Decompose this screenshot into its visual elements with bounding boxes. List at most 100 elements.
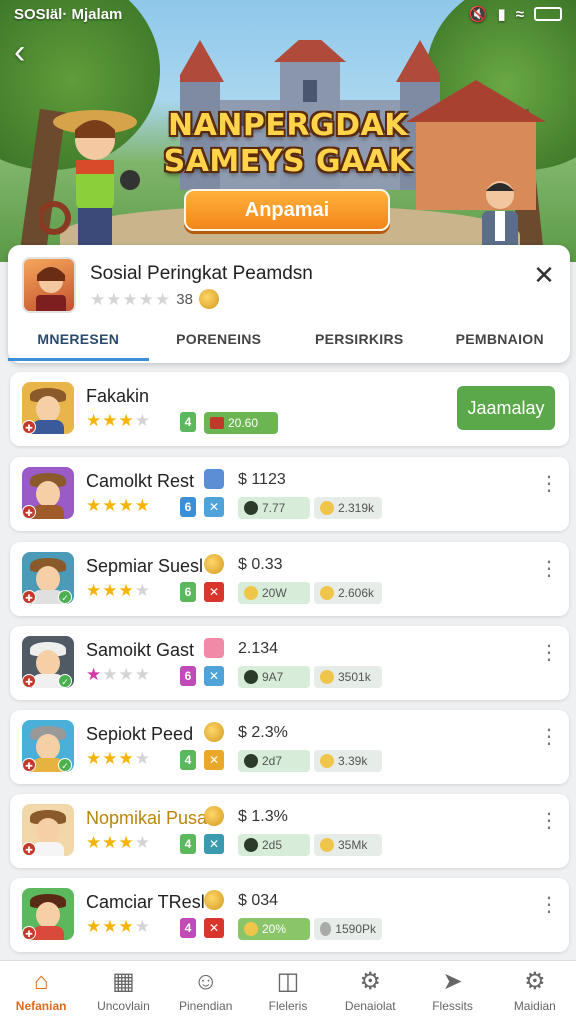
player-name: Camciar TResl (86, 892, 205, 912)
stat-tag: 9A7 (238, 666, 310, 688)
more-icon[interactable]: ⋮ (539, 811, 559, 831)
coin-icon (320, 586, 334, 600)
rank-badge-icon: ✚ (22, 674, 36, 688)
tab-mneresen[interactable]: MNERESEN (8, 327, 149, 361)
stat-tag: 20% (238, 918, 310, 940)
status-badge-icon: ✓ (58, 674, 72, 688)
signal-icon: ▮ (497, 6, 506, 23)
rank-badge-icon: ✚ (22, 420, 36, 434)
list-item[interactable]: ✚ ✓ Sepmiar Suesl $ 0.33 ★ ★ ★ ★ 6 ✕ 20W 2.… (10, 542, 569, 616)
bottom-nav: ⌂ Nefanian ▦ Uncovlain ☺ Pinendian ◫ Fle… (0, 960, 576, 1024)
avatar: ✚ (22, 382, 74, 434)
stat-tag: 20W (238, 582, 310, 604)
more-icon[interactable]: ⋮ (539, 643, 559, 663)
stat-tag: 7.77 (238, 497, 310, 519)
join-button[interactable]: Jaamalay (457, 386, 555, 430)
character-illustration (482, 181, 518, 255)
rank-badge-icon: ✚ (22, 926, 36, 940)
trash-icon: ◫ (276, 968, 300, 995)
rank-badge-icon: ✚ (22, 842, 36, 856)
avatar: ✚ (22, 467, 74, 519)
stat-icon (244, 501, 258, 515)
more-icon[interactable]: ⋮ (539, 895, 559, 915)
tab-poreneins[interactable]: PORENEINS (149, 327, 290, 361)
cross-icon: ✕ (204, 834, 224, 854)
price-label: $ 034 (238, 892, 279, 909)
price-label: $ 2.3% (238, 724, 288, 741)
list-item[interactable]: ✚ Camciar TResl $ 034 ★ ★ ★ ★ 4 ✕ 20% 1590P… (10, 878, 569, 952)
coin-icon (198, 289, 219, 309)
player-name: Sepiokt Peed (86, 724, 194, 744)
list-item[interactable]: ✚ Camolkt Rest $ 1123 ★ ★ ★ ★ 6 ✕ 7.77 2.31… (10, 457, 569, 531)
nav-item-person[interactable]: ☺ Pinendian (165, 961, 247, 1024)
coin-icon (320, 754, 334, 768)
price-label: $ 1.3% (238, 808, 288, 825)
chest-icon (210, 417, 224, 429)
app-rating: ★ ★ ★ ★ ★ 38 (90, 289, 219, 309)
list-item[interactable]: ✚ Nopmikai Pusal $ 1.3% ★ ★ ★ ★ 4 ✕ 2d5 35M… (10, 794, 569, 868)
coin-icon (320, 670, 334, 684)
tab-pembnaion[interactable]: PEMBNAION (430, 327, 571, 361)
rating-stars: ★ ★ ★ ★ (86, 411, 150, 430)
person-icon: ☺ (193, 968, 218, 995)
nav-item-settings[interactable]: ⚙ Maidian (494, 961, 576, 1024)
player-name: Samoikt Gast (86, 640, 195, 660)
stat-tag: 2.606k (314, 582, 382, 604)
status-bar: SOSIäl· Mjalam 🔇 ▮ ≈ (0, 0, 576, 28)
level-badge: 4 (180, 750, 196, 770)
stat-tag: 2d7 (238, 750, 310, 772)
stat-icon (244, 586, 258, 600)
stat-icon (244, 670, 258, 684)
list-item[interactable]: ✚ ✓ Samoikt Gast 2.134 ★ ★ ★ ★ 6 ✕ 9A7 3501… (10, 626, 569, 700)
settings-icon: ⚙ (524, 968, 546, 995)
hero-cta-button[interactable]: Anpamai (184, 189, 390, 231)
status-badge-icon: ✓ (58, 590, 72, 604)
list-item[interactable]: ✚ Fakakin ★ ★ ★ ★ 4 20.60 Jaamalay (10, 372, 569, 446)
close-icon[interactable]: ✕ (532, 262, 556, 288)
hero-banner: SOSIäl· Mjalam 🔇 ▮ ≈ ‹ NANPERGDAK SAMEYS… (0, 0, 576, 262)
nav-item-gear-badge[interactable]: ⚙ Denaiolat (329, 961, 411, 1024)
level-badge: 6 (180, 497, 196, 517)
battery-icon (534, 7, 562, 21)
list-item[interactable]: ✚ ✓ Sepiokt Peed $ 2.3% ★ ★ ★ ★ 4 ✕ 2d7 3.3… (10, 710, 569, 784)
rating-stars: ★ ★ ★ ★ (86, 833, 150, 852)
cross-icon: ✕ (204, 750, 224, 770)
more-icon[interactable]: ⋮ (539, 559, 559, 579)
nav-item-grid[interactable]: ▦ Uncovlain (82, 961, 164, 1024)
nav-item-plane[interactable]: ➤ Flessits (411, 961, 493, 1024)
stat-tag: 2d5 (238, 834, 310, 856)
rating-stars: ★ ★ ★ ★ ★ (90, 289, 171, 309)
coin-icon (320, 838, 334, 852)
player-name: Camolkt Rest (86, 471, 195, 491)
score-tag: 20.60 (204, 412, 278, 434)
home-icon: ⌂ (33, 968, 49, 995)
nav-item-trash[interactable]: ◫ Fleleris (247, 961, 329, 1024)
app-thumbnail (22, 257, 76, 313)
back-button[interactable]: ‹ (14, 34, 46, 70)
player-name: Fakakin (86, 386, 150, 406)
tab-persirkirs[interactable]: PERSIRKIRS (289, 327, 430, 361)
more-icon[interactable]: ⋮ (539, 727, 559, 747)
rating-stars: ★ ★ ★ ★ (86, 496, 150, 515)
avatar: ✚ ✓ (22, 720, 74, 772)
cross-icon: ✕ (204, 918, 224, 938)
more-icon[interactable]: ⋮ (539, 474, 559, 494)
status-badge-icon: ✓ (58, 758, 72, 772)
rating-stars: ★ ★ ★ ★ (86, 917, 150, 936)
rank-badge-icon: ✚ (22, 758, 36, 772)
app-title: Sosial Peringkat Peamdsn (90, 263, 313, 284)
tab-bar: MNERESEN PORENEINS PERSIRKIRS PEMBNAION (8, 327, 570, 361)
rank-badge-icon: ✚ (22, 590, 36, 604)
coin-icon (204, 806, 224, 826)
gear-badge-icon: ⚙ (359, 968, 382, 995)
coin-icon (320, 501, 334, 515)
coin-icon (204, 722, 224, 742)
stack-icon (204, 638, 224, 658)
nav-item-home[interactable]: ⌂ Nefanian (0, 961, 82, 1024)
plane-icon: ➤ (442, 968, 463, 995)
app-info-card: Sosial Peringkat Peamdsn ★ ★ ★ ★ ★ 38 ✕ MNER… (8, 245, 570, 363)
avatar: ✚ (22, 804, 74, 856)
avatar: ✚ ✓ (22, 552, 74, 604)
level-badge: 6 (180, 582, 196, 602)
wifi-icon: ≈ (515, 5, 524, 23)
